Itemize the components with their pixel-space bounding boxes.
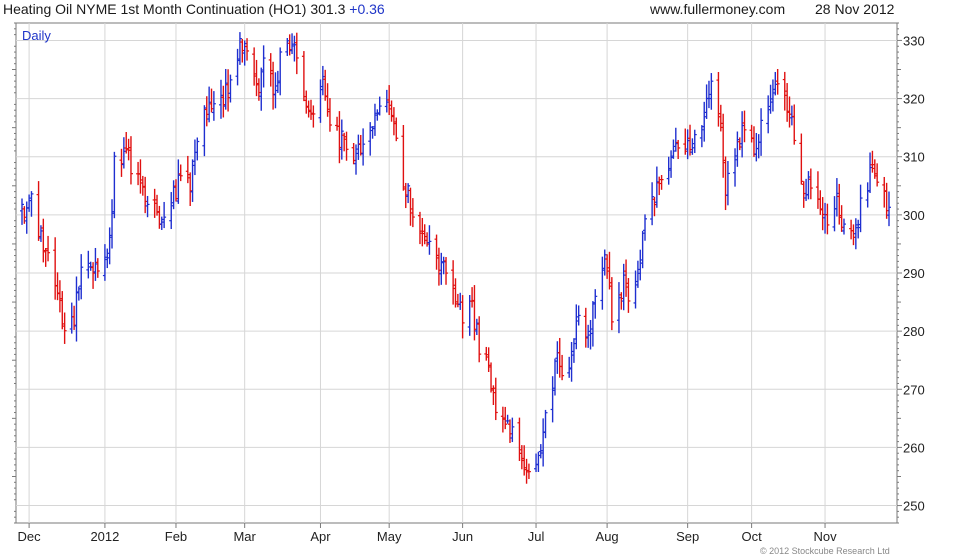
period-label: Daily xyxy=(22,28,51,43)
x-tick-label: Aug xyxy=(596,529,619,544)
x-tick-label: Sep xyxy=(676,529,699,544)
price-chart: 250 260 270 280 290 300 310 320 330 Dec 2012 Feb Mar… xyxy=(12,22,925,544)
y-tick-label: 270 xyxy=(903,382,925,397)
x-tick-label: Oct xyxy=(741,529,762,544)
y-tick-label: 320 xyxy=(903,92,925,107)
x-tick-label: Jun xyxy=(452,529,473,544)
x-tick-label: 2012 xyxy=(90,529,119,544)
y-tick-label: 330 xyxy=(903,33,925,48)
x-tick-label: May xyxy=(377,529,402,544)
y-tick-label: 290 xyxy=(903,266,925,281)
x-tick-label: Jul xyxy=(528,529,545,544)
y-tick-label: 260 xyxy=(903,440,925,455)
x-tick-label: Apr xyxy=(310,529,331,544)
x-tick-label: Feb xyxy=(165,529,187,544)
x-tick-label: Nov xyxy=(813,529,837,544)
x-tick-label: Dec xyxy=(18,529,42,544)
y-tick-label: 280 xyxy=(903,324,925,339)
y-tick-label: 310 xyxy=(903,150,925,165)
y-tick-label: 250 xyxy=(903,499,925,514)
x-tick-label: Mar xyxy=(233,529,256,544)
y-tick-label: 300 xyxy=(903,208,925,223)
copyright-note: © 2012 Stockcube Research Ltd xyxy=(760,546,890,556)
